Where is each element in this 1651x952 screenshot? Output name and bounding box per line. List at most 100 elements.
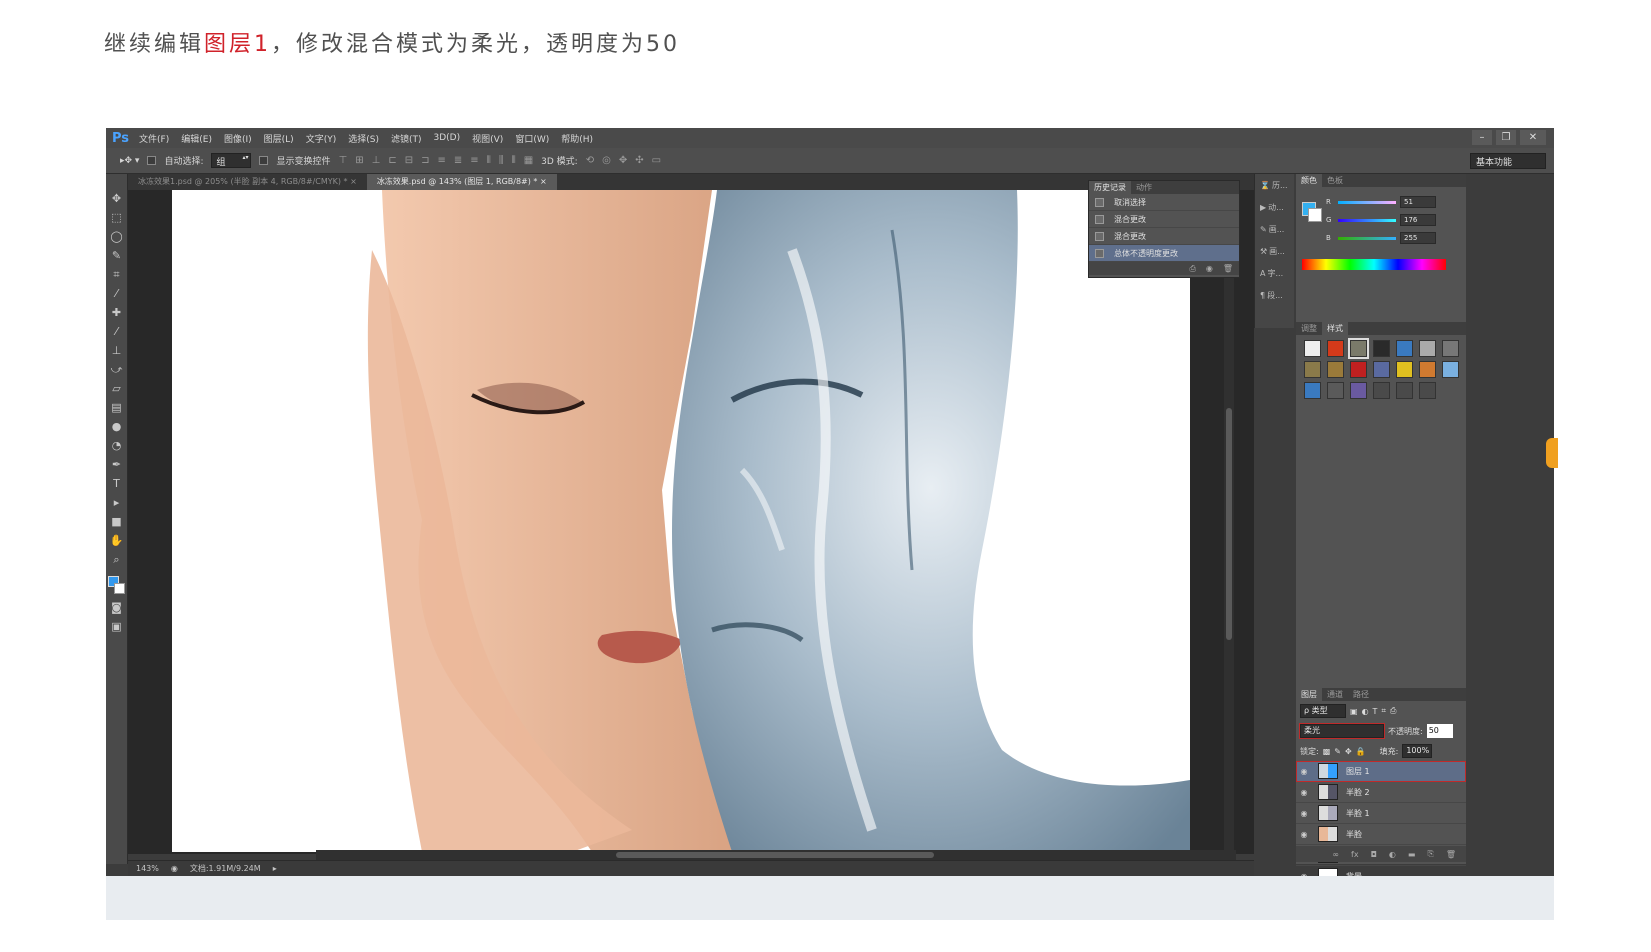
dock-item-actions[interactable]: ▶ 动... [1255,196,1294,218]
horizontal-scrollbar[interactable] [316,850,1236,860]
style-swatch[interactable] [1396,340,1413,357]
menu-image[interactable]: 图像(I) [224,132,252,145]
style-swatch[interactable] [1327,340,1344,357]
history-item[interactable]: 混合更改 [1089,211,1239,228]
menu-edit[interactable]: 编辑(E) [181,132,212,145]
vertical-scrollbar[interactable] [1224,190,1234,854]
distribute-bottom-icon[interactable]: ≡ [470,155,478,166]
style-swatch[interactable] [1350,382,1367,399]
distribute-center-icon[interactable]: ⫼ [499,155,504,166]
style-swatch[interactable] [1373,382,1390,399]
doc-tab-1[interactable]: 冰冻效果1.psd @ 205% (半脸 副本 4, RGB/8#/CMYK) … [128,174,367,190]
document-size[interactable]: 文档:1.91M/9.24M [190,863,261,874]
stamp-tool-icon[interactable]: ⊥ [110,344,124,358]
align-center-icon[interactable]: ⊟ [405,155,413,166]
tab-layers[interactable]: 图层 [1296,688,1322,701]
color-spectrum-bar[interactable] [1302,259,1446,270]
brush-tool-icon[interactable]: ⁄ [110,325,124,339]
red-value-field[interactable]: 51 [1400,196,1436,208]
menu-window[interactable]: 窗口(W) [515,132,549,145]
red-slider[interactable] [1338,200,1396,204]
style-swatch[interactable] [1304,382,1321,399]
gradient-tool-icon[interactable]: ▤ [110,401,124,415]
style-swatch[interactable] [1327,361,1344,378]
lock-position-icon[interactable]: ✥ [1345,747,1352,756]
menu-layer[interactable]: 图层(L) [264,132,294,145]
filter-smart-icon[interactable]: ⎙ [1390,706,1396,716]
quick-select-tool-icon[interactable]: ✎ [110,249,124,263]
dodge-tool-icon[interactable]: ◔ [110,439,124,453]
status-arrow-icon[interactable]: ▸ [273,864,277,873]
style-swatch[interactable] [1304,340,1321,357]
marquee-tool-icon[interactable]: ⬚ [110,211,124,225]
color-panel-background[interactable] [1308,208,1322,222]
fx-icon[interactable]: fx [1351,850,1359,859]
history-item[interactable]: 取消选择 [1089,194,1239,211]
style-swatch[interactable] [1442,340,1459,357]
vertical-scroll-thumb[interactable] [1226,408,1232,640]
style-swatch[interactable] [1348,338,1369,359]
filter-pixel-icon[interactable]: ▣ [1350,707,1358,716]
filter-shape-icon[interactable]: ⌗ [1381,706,1386,716]
tab-channels[interactable]: 通道 [1322,688,1348,701]
restore-button[interactable]: ❐ [1496,130,1516,145]
eraser-tool-icon[interactable]: ▱ [110,382,124,396]
close-button[interactable]: ✕ [1520,130,1546,145]
delete-layer-icon[interactable]: 🗑 [1446,850,1456,859]
healing-tool-icon[interactable]: ✚ [110,306,124,320]
menu-filter[interactable]: 滤镜(T) [391,132,422,145]
menu-help[interactable]: 帮助(H) [561,132,593,145]
hand-tool-icon[interactable]: ✋ [110,534,124,548]
auto-select-checkbox[interactable] [147,156,157,165]
new-layer-icon[interactable]: ⎘ [1427,849,1433,859]
layer-row[interactable]: ◉ 半脸 [1296,824,1466,845]
style-swatch[interactable] [1327,382,1344,399]
menu-select[interactable]: 选择(S) [348,132,379,145]
dock-item-adjust[interactable]: ⚒ 画... [1255,240,1294,262]
auto-align-icon[interactable]: ▦ [524,155,533,166]
3d-rotate-icon[interactable]: ⟲ [586,155,594,166]
zoom-tool-icon[interactable]: ⌕ [110,553,124,567]
crop-tool-icon[interactable]: ⌗ [110,268,124,282]
align-top-icon[interactable]: ⊤ [339,155,348,166]
workspace-dropdown[interactable]: 基本功能 [1470,153,1546,169]
style-swatch[interactable] [1396,382,1413,399]
tab-styles[interactable]: 样式 [1322,322,1348,335]
tab-color[interactable]: 颜色 [1296,174,1322,187]
visibility-eye-icon[interactable]: ◉ [1296,830,1312,839]
blend-mode-dropdown[interactable]: 柔光 [1299,723,1385,739]
distribute-middle-icon[interactable]: ≣ [454,155,462,166]
align-right-icon[interactable]: ⊐ [421,155,429,166]
lock-paint-icon[interactable]: ✎ [1334,747,1341,756]
move-tool-icon[interactable]: ✥ [110,192,124,206]
history-item-selected[interactable]: 总体不透明度更改 [1089,245,1239,262]
style-swatch[interactable] [1442,361,1459,378]
adjustment-layer-icon[interactable]: ◐ [1389,850,1396,859]
style-swatch[interactable] [1373,361,1390,378]
lock-all-icon[interactable]: 🔒 [1356,747,1366,756]
horizontal-scroll-thumb[interactable] [616,852,934,858]
show-transform-checkbox[interactable] [259,156,269,165]
zoom-level[interactable]: 143% [136,864,159,873]
dock-item-character[interactable]: A 字... [1255,262,1294,284]
tab-swatches[interactable]: 色板 [1322,174,1348,187]
distribute-top-icon[interactable]: ≡ [438,155,446,166]
layer-row[interactable]: ◉ 半脸 1 [1296,803,1466,824]
visibility-eye-icon[interactable]: ◉ [1296,788,1312,797]
new-document-from-state-icon[interactable]: ⎙ [1189,264,1195,274]
canvas-area[interactable] [128,190,1254,854]
visibility-eye-icon[interactable]: ◉ [1296,809,1312,818]
history-brush-tool-icon[interactable]: ⤻ [110,363,124,377]
layer-row-selected[interactable]: ◉ 图层 1 [1296,761,1466,782]
3d-scale-icon[interactable]: ▭ [652,155,661,166]
style-swatch[interactable] [1419,340,1436,357]
tab-history[interactable]: 历史记录 [1089,181,1131,194]
delete-state-icon[interactable]: 🗑 [1223,264,1233,273]
eyedropper-tool-icon[interactable]: ⁄ [110,287,124,301]
filter-adjust-icon[interactable]: ◐ [1362,707,1369,716]
align-middle-icon[interactable]: ⊞ [355,155,363,166]
type-tool-icon[interactable]: T [110,477,124,491]
style-swatch[interactable] [1350,361,1367,378]
style-swatch[interactable] [1396,361,1413,378]
screen-mode-icon[interactable]: ▣ [110,620,124,634]
